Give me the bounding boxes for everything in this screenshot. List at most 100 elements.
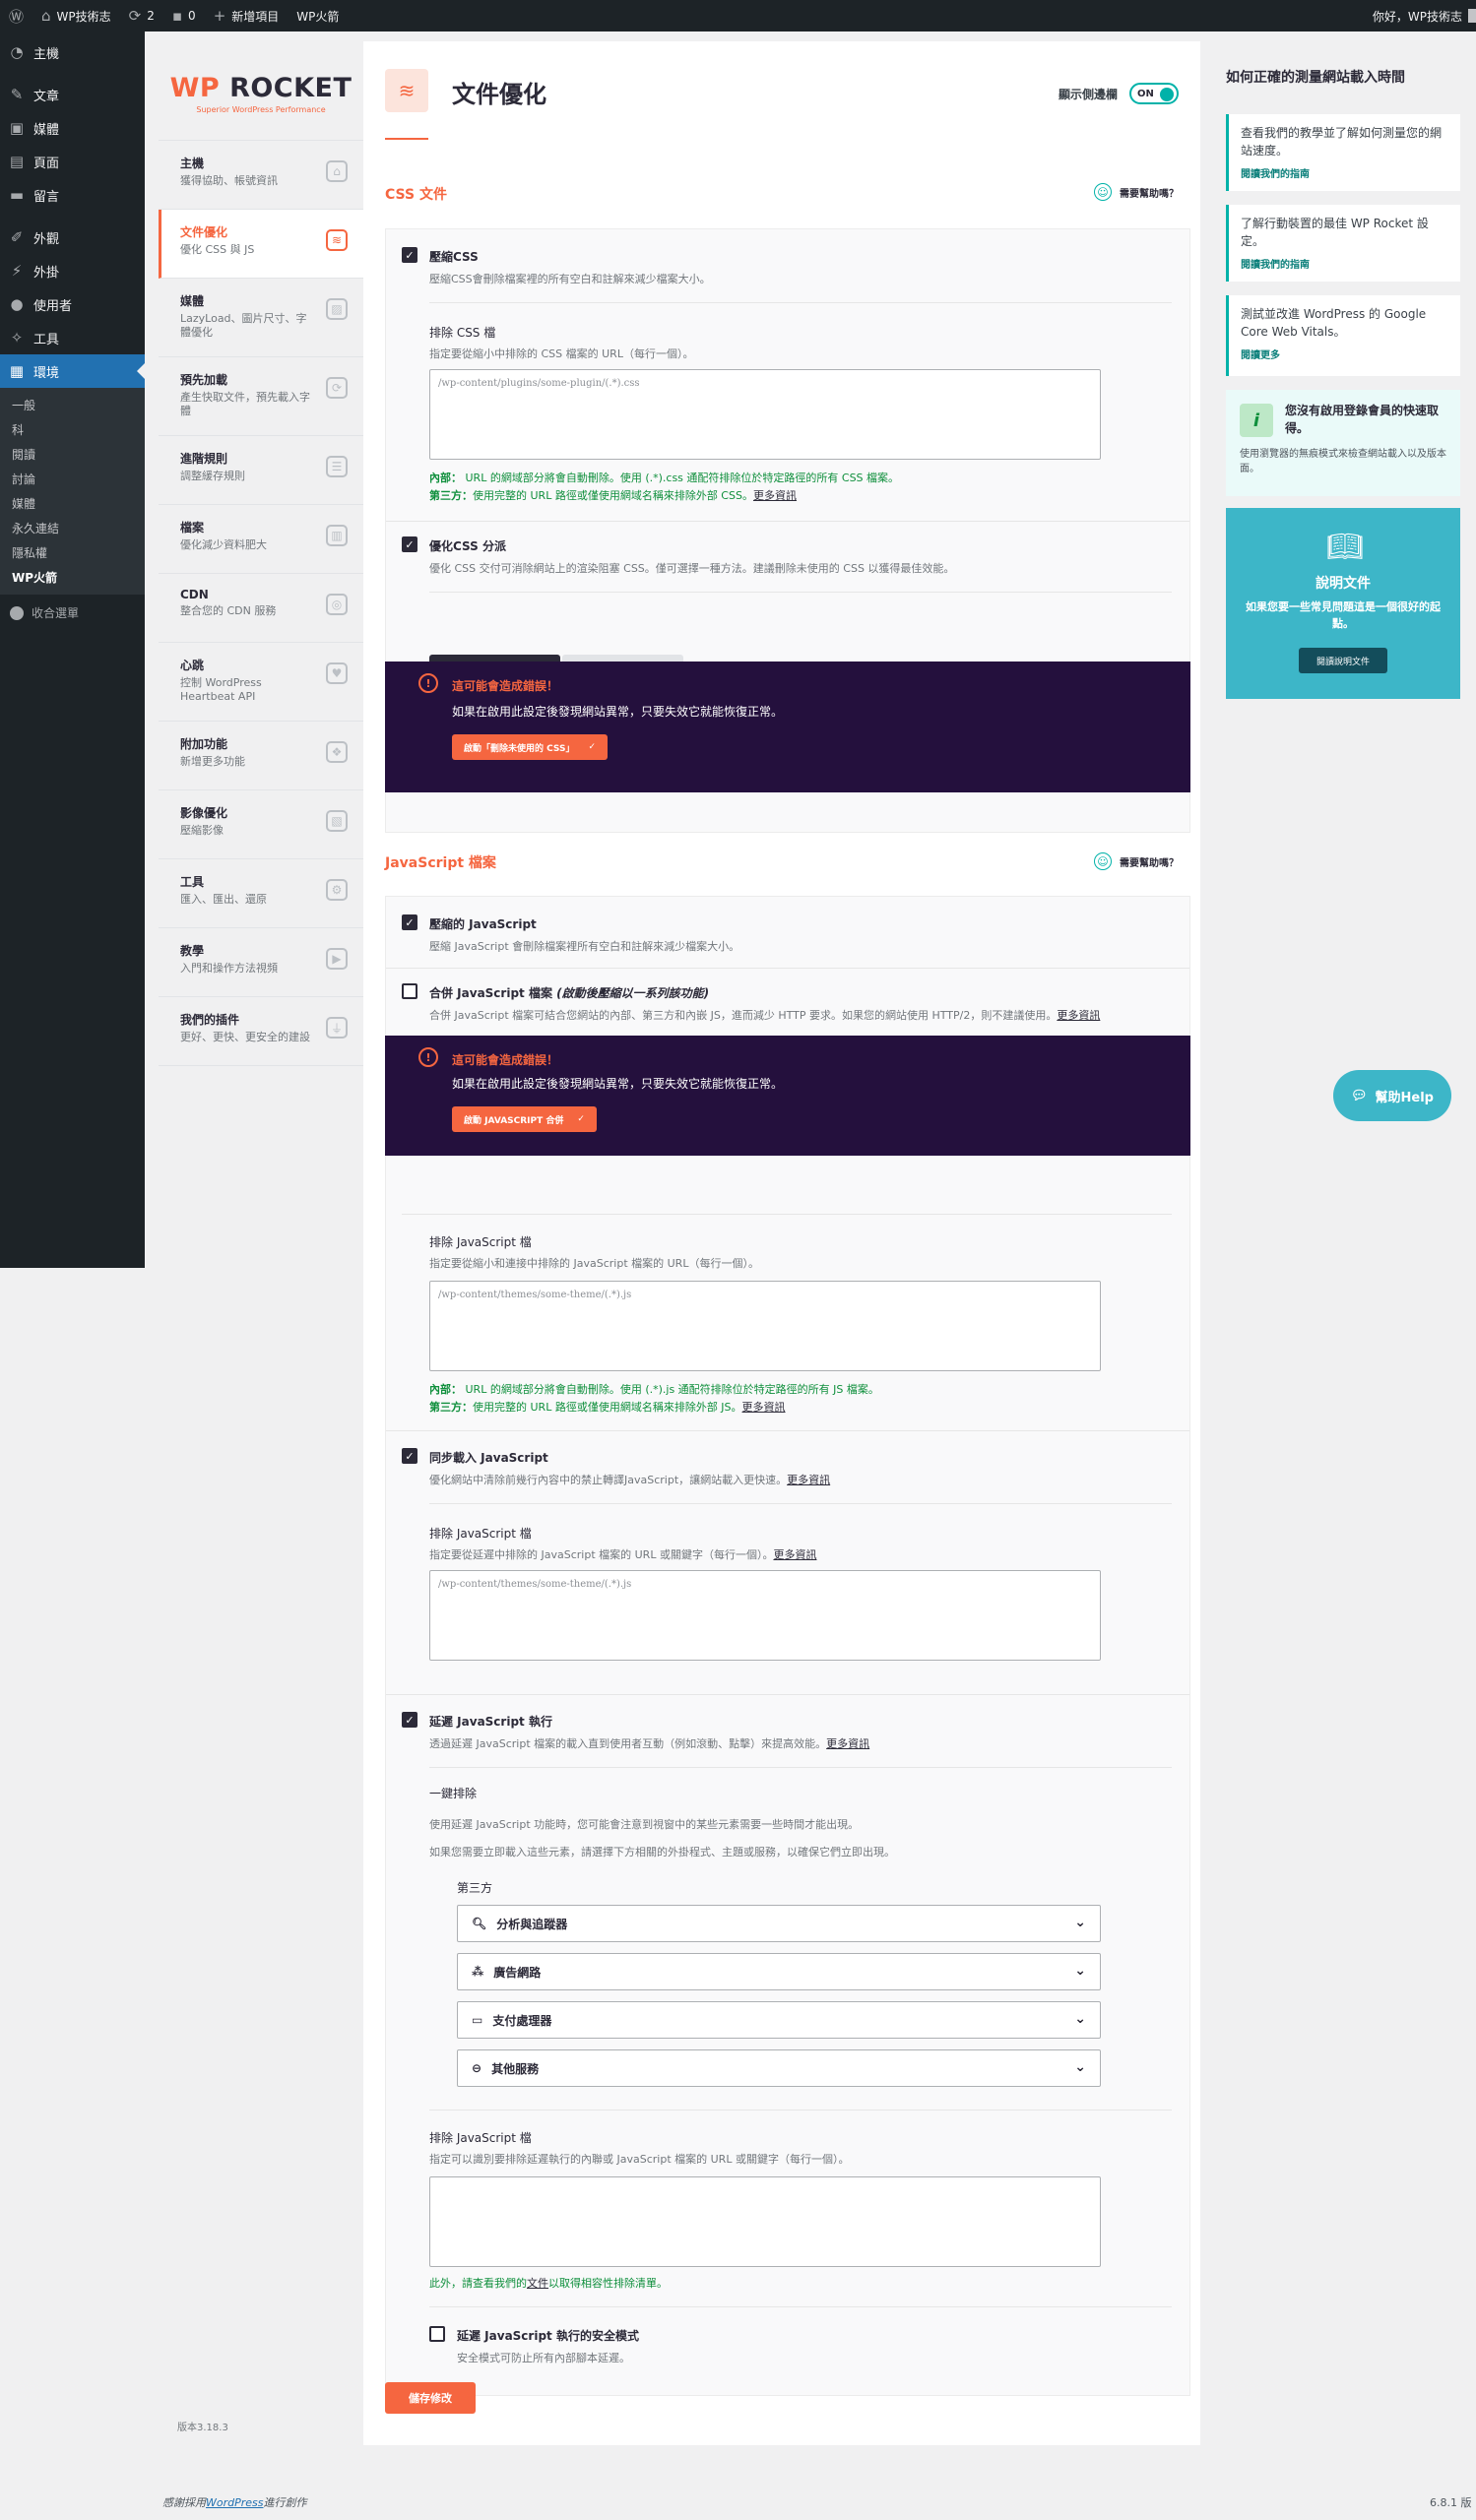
menu-appearance[interactable]: ✐ 外觀 xyxy=(0,220,145,254)
css-more-info-link[interactable]: 更多資訊 xyxy=(753,489,797,502)
menu-pages[interactable]: ▤ 頁面 xyxy=(0,145,145,178)
read-guide-link[interactable]: 閱讀我們的指南 xyxy=(1241,165,1448,180)
nav-tutorials[interactable]: 教學 入門和操作方法視頻 ▶ xyxy=(159,928,363,997)
help-beacon-button[interactable]: 💬︎ 幫助Help xyxy=(1333,1070,1451,1121)
menu-tools[interactable]: ✧ 工具 xyxy=(0,321,145,354)
exclude-css-textarea[interactable]: /wp-content/plugins/some-plugin/(.*).css xyxy=(429,369,1101,460)
minify-css-checkbox[interactable]: ✓ xyxy=(402,247,417,263)
submenu-media[interactable]: 媒體 xyxy=(0,492,145,517)
js-more-info-link[interactable]: 更多資訊 xyxy=(742,1401,786,1414)
wordpress-link[interactable]: WordPress xyxy=(206,2496,264,2509)
defer-js-checkbox[interactable]: ✓ xyxy=(402,1448,417,1464)
tools-icon: ⚙ xyxy=(326,879,348,901)
defer-exclude-more-link[interactable]: 更多資訊 xyxy=(773,1548,816,1561)
submenu-discussion[interactable]: 討論 xyxy=(0,468,145,492)
dropdown-ad-networks[interactable]: ⁂ 廣告網路 ⌄ xyxy=(457,1953,1101,1990)
one-click-exclusions-title: 一鍵排除 xyxy=(429,1787,478,1800)
updates-link[interactable]: ⟳ 2 xyxy=(120,0,163,32)
submenu-reading[interactable]: 閱讀 xyxy=(0,443,145,468)
delay-js-checkbox[interactable]: ✓ xyxy=(402,1712,417,1728)
nav-database[interactable]: 檔案 優化減少資料肥大 ▥ xyxy=(159,505,363,574)
sidebar-toggle[interactable]: ON xyxy=(1129,83,1179,104)
css-help-link[interactable]: ☺ 需要幫助嗎？ xyxy=(1094,183,1179,201)
menu-posts[interactable]: ✎ 文章 xyxy=(0,78,145,111)
menu-comments[interactable]: ▬ 留言 xyxy=(0,178,145,212)
check-icon: ✓ xyxy=(588,742,597,752)
video-icon: ▶ xyxy=(326,948,348,970)
wp-rocket-link[interactable]: WP火箭 xyxy=(288,0,348,32)
page-title: 文件優化 xyxy=(452,81,546,108)
exclude-js-textarea[interactable]: /wp-content/themes/some-theme/(.*).js xyxy=(429,1281,1101,1371)
nav-cdn[interactable]: CDN 整合您的 CDN 服務 ◎ xyxy=(159,574,363,643)
submenu-permalinks[interactable]: 永久連結 xyxy=(0,517,145,541)
delay-exclude-textarea[interactable] xyxy=(429,2176,1101,2267)
nav-plugins[interactable]: 我們的插件 更好、更快、更安全的建設 ⏚ xyxy=(159,997,363,1066)
combine-js-checkbox[interactable] xyxy=(402,983,417,999)
combine-js-more-link[interactable]: 更多資訊 xyxy=(1057,1009,1100,1022)
admin-bar: Ⓦ ⌂ WP技術志 ⟳ 2 ▪ 0 + 新增項目 WP火箭 你好，WP技術志 xyxy=(0,0,1476,32)
nav-dashboard[interactable]: 主機 獲得協助、帳號資訊 ⌂ xyxy=(159,141,363,210)
dropdown-analytics[interactable]: 🔍︎ 分析與追蹤器 ⌄ xyxy=(457,1905,1101,1942)
minify-js-checkbox[interactable]: ✓ xyxy=(402,914,417,930)
new-content-link[interactable]: + 新增項目 xyxy=(205,0,289,32)
sidebar-card-speed: 查看我們的教學並了解如何測量您的網站速度。 閱讀我們的指南 xyxy=(1226,114,1460,191)
submenu-wp-rocket[interactable]: WP火箭 xyxy=(0,566,145,591)
list-icon: ☰ xyxy=(326,456,348,477)
collapse-icon xyxy=(10,605,24,620)
docs-link[interactable]: 文件 xyxy=(527,2277,548,2290)
delay-js-safe-mode-checkbox[interactable] xyxy=(429,2326,445,2342)
nav-media[interactable]: 媒體 LazyLoad、圖片尺寸、字體優化 ▨ xyxy=(159,279,363,357)
dropdown-other-services[interactable]: ⊖ 其他服務 ⌄ xyxy=(457,2049,1101,2087)
nav-image-optimization[interactable]: 影像優化 壓縮影像 ▧ xyxy=(159,790,363,859)
chat-icon: 💬︎ xyxy=(1351,1088,1368,1103)
exclude-css-label: 排除 CSS 檔 xyxy=(429,326,496,340)
collapse-menu-button[interactable]: 收合選單 xyxy=(0,595,145,631)
menu-users[interactable]: ● 使用者 xyxy=(0,287,145,321)
my-account[interactable]: 你好，WP技術志 xyxy=(1364,0,1476,32)
menu-settings[interactable]: ▦ 環境 xyxy=(0,354,145,388)
nav-preload[interactable]: 預先加載 產生快取文件，預先載入字體 ⟳ xyxy=(159,357,363,436)
nav-tools[interactable]: 工具 匯入、匯出、還原 ⚙ xyxy=(159,859,363,928)
menu-dashboard[interactable]: ◔ 主機 xyxy=(0,35,145,69)
activate-remove-unused-css-button[interactable]: 啟動「刪除未使用的 CSS」 ✓ xyxy=(452,734,609,760)
media-icon: ▣ xyxy=(9,119,25,137)
layers-icon: ≋ xyxy=(385,69,428,112)
save-changes-button[interactable]: 儲存修改 xyxy=(385,2382,476,2414)
comments-link[interactable]: ▪ 0 xyxy=(163,0,205,32)
addons-icon: ❖ xyxy=(326,741,348,763)
nav-addons[interactable]: 附加功能 新增更多功能 ❖ xyxy=(159,722,363,790)
nav-file-optimization[interactable]: 文件優化 優化 CSS 與 JS ≋ xyxy=(159,210,363,279)
gauge-icon: ◔ xyxy=(10,43,24,61)
submenu-privacy[interactable]: 隱私權 xyxy=(0,541,145,566)
settings-icon: ▦ xyxy=(9,362,25,380)
nav-heartbeat[interactable]: 心跳 控制 WordPress Heartbeat API ♥ xyxy=(159,643,363,722)
wordpress-logo[interactable]: Ⓦ xyxy=(0,0,32,32)
site-name-link[interactable]: ⌂ WP技術志 xyxy=(32,0,120,32)
ads-icon: ⁂ xyxy=(472,1965,484,1979)
page-icon: ▤ xyxy=(9,153,25,170)
optimize-css-delivery-checkbox[interactable]: ✓ xyxy=(402,536,417,552)
js-help-link[interactable]: ☺ 需要幫助嗎？ xyxy=(1094,852,1179,870)
admin-menu: ◔ 主機 ✎ 文章 ▣ 媒體 ▤ 頁面 ▬ 留言 ✐ 外觀 ⚡ 外掛 ● 使用者 ✧ 工具 ▦ 環境… xyxy=(0,32,145,1268)
read-more-link[interactable]: 閱讀更多 xyxy=(1241,346,1448,361)
settings-submenu: 一般 科 閱讀 討論 媒體 永久連結 隱私權 WP火箭 xyxy=(0,388,145,595)
read-guide-link[interactable]: 閱讀我們的指南 xyxy=(1241,256,1448,271)
submenu-general[interactable]: 一般 xyxy=(0,394,145,418)
dropdown-payment[interactable]: ▭ 支付處理器 ⌄ xyxy=(457,2001,1101,2039)
submenu-writing[interactable]: 科 xyxy=(0,418,145,443)
brush-icon: ✐ xyxy=(10,228,24,246)
home-icon: ⌂ xyxy=(41,7,51,25)
menu-media[interactable]: ▣ 媒體 xyxy=(0,111,145,145)
menu-plugins[interactable]: ⚡ 外掛 xyxy=(0,254,145,287)
search-icon: 🔍︎ xyxy=(472,1917,487,1930)
minify-css-label: 壓縮CSS xyxy=(429,250,479,264)
activate-combine-js-button[interactable]: 啟動 JAVASCRIPT 合併 ✓ xyxy=(452,1106,597,1132)
chevron-down-icon: ⌄ xyxy=(1074,1963,1086,1979)
warning-icon: ! xyxy=(418,1047,438,1067)
defer-exclude-textarea[interactable]: /wp-content/themes/some-theme/(.*).js xyxy=(429,1570,1101,1661)
defer-js-more-link[interactable]: 更多資訊 xyxy=(787,1474,830,1486)
read-docs-button[interactable]: 閱讀說明文件 xyxy=(1299,648,1387,673)
nav-advanced-rules[interactable]: 進階規則 調整緩存規則 ☰ xyxy=(159,436,363,505)
delay-js-more-link[interactable]: 更多資訊 xyxy=(826,1737,869,1750)
js-section-title: JavaScript 檔案 xyxy=(385,855,496,871)
